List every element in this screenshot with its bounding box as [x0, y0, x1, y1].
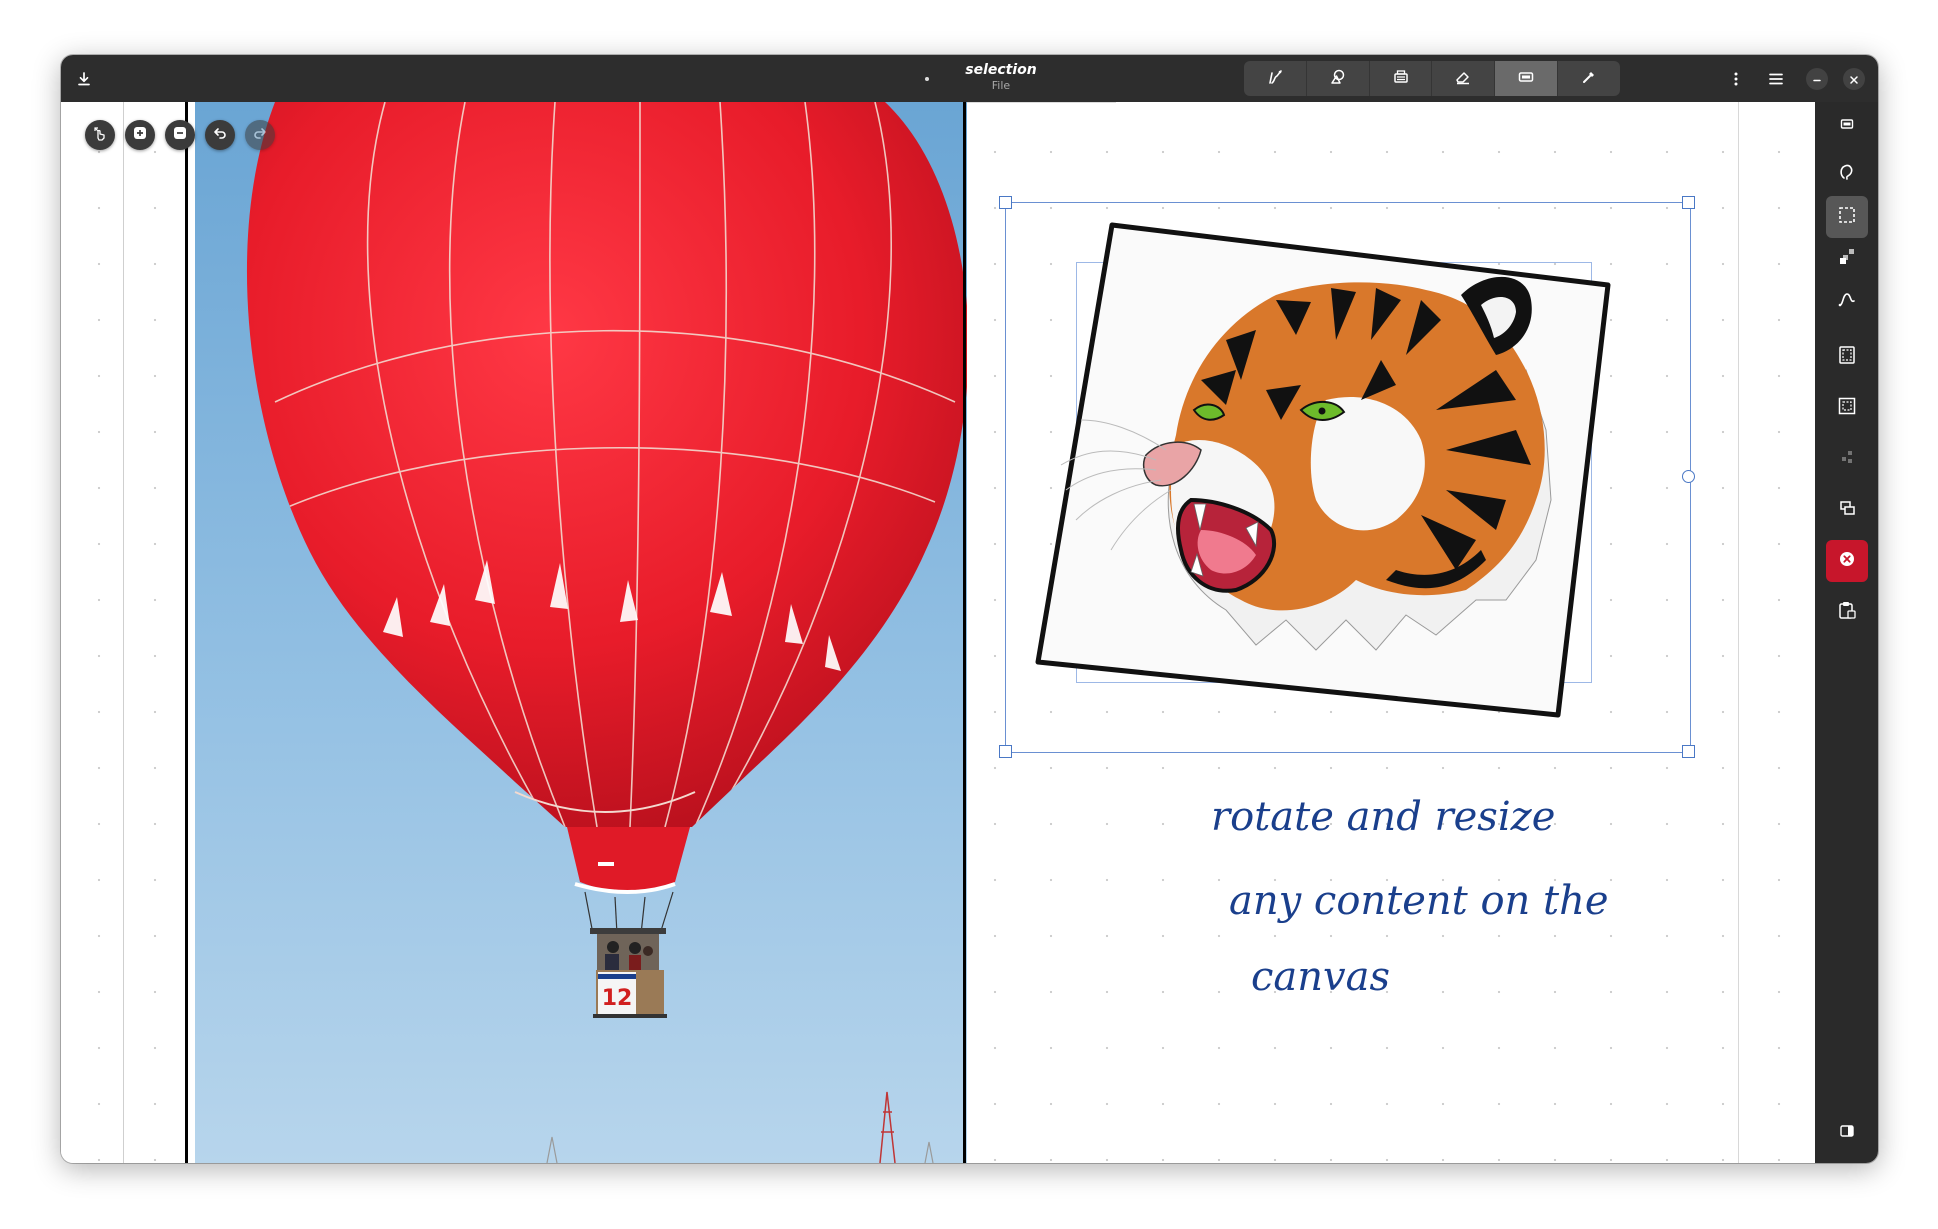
drawing-canvas[interactable]: 12 rotate and resize any content on the … [61, 102, 1815, 1163]
close-icon [1849, 70, 1859, 89]
typewriter-icon [1392, 68, 1410, 90]
close-button[interactable] [1843, 68, 1865, 90]
page-divider-left [185, 102, 188, 1163]
window-subtitle: File [991, 79, 1011, 92]
resize-handle-top-right[interactable] [1682, 196, 1695, 209]
zoom-in-button[interactable] [125, 120, 155, 150]
tiger-image[interactable] [1026, 200, 1666, 740]
pen-shaper-button[interactable] [1307, 61, 1370, 96]
pen-typewriter-button[interactable] [1370, 61, 1433, 96]
intersecting-path-select-button[interactable] [1826, 280, 1868, 322]
undo-button[interactable] [205, 120, 235, 150]
zoom-out-icon [172, 125, 188, 145]
sidebar-toggle-button[interactable] [1826, 1112, 1868, 1154]
handwritten-note[interactable]: rotate and resize any content on the can… [1211, 752, 1681, 1002]
resize-handle-top-left[interactable] [999, 196, 1012, 209]
hamburger-menu-icon[interactable] [1761, 55, 1791, 102]
select-all-button[interactable] [1826, 387, 1868, 429]
pen-tools-button[interactable] [1558, 61, 1620, 96]
pen-eraser-button[interactable] [1432, 61, 1496, 96]
handwriting-line-3: canvas [1251, 954, 1390, 1000]
page-border-left [123, 102, 124, 1163]
rotate-handle[interactable] [1682, 470, 1695, 483]
zoom-out-button[interactable] [165, 120, 195, 150]
zoom-in-icon [132, 125, 148, 145]
lasso-select-icon [1837, 163, 1857, 187]
single-select-button[interactable] [1826, 238, 1868, 280]
balloon-photo[interactable]: 12 [135, 102, 969, 1163]
rectangle-select-button[interactable] [1826, 196, 1868, 238]
single-select-icon [1837, 247, 1857, 271]
tool-sidebar [1815, 102, 1878, 1163]
tools-icon [1580, 68, 1598, 90]
pen-style-switcher [1244, 61, 1620, 96]
pen-selector-button[interactable] [1495, 61, 1559, 96]
select-all-on-page-button[interactable] [1826, 336, 1868, 378]
more-vertical-icon[interactable] [1724, 55, 1748, 102]
selector-icon [1517, 68, 1535, 90]
shaper-icon [1329, 68, 1347, 90]
content-area: 12 rotate and resize any content on the … [61, 102, 1878, 1163]
header-bar: selection File [61, 55, 1878, 102]
delete-selection-button[interactable] [1826, 540, 1868, 582]
intersecting-path-select-icon [1837, 289, 1857, 313]
select-all-icon [1837, 396, 1857, 420]
paste-button[interactable] [1826, 591, 1868, 633]
balloon-number: 12 [602, 986, 633, 1011]
touch-drawing-button[interactable] [85, 120, 115, 150]
deselect-icon [1837, 447, 1857, 471]
handwriting-line-2: any content on the [1229, 878, 1609, 924]
page-border-right [1738, 102, 1739, 1163]
duplicate-icon [1837, 498, 1857, 522]
delete-selection-icon [1838, 550, 1856, 572]
duplicate-button[interactable] [1826, 489, 1868, 531]
select-all-on-page-icon [1837, 345, 1857, 369]
minimize-icon [1812, 70, 1822, 89]
app-window: selection File 12 rotate and resize any … [61, 55, 1878, 1163]
selector-mode-icon [1839, 116, 1855, 136]
pen-brush-button[interactable] [1244, 61, 1307, 96]
redo-button[interactable] [245, 120, 275, 150]
deselect-button[interactable] [1826, 438, 1868, 480]
selector-mode-button[interactable] [1826, 105, 1868, 147]
minimize-button[interactable] [1806, 68, 1828, 90]
download-icon[interactable] [69, 55, 99, 102]
paste-icon [1837, 600, 1857, 624]
window-title: selection [965, 62, 1037, 78]
redo-icon [252, 125, 268, 145]
undo-icon [212, 125, 228, 145]
eraser-icon [1454, 68, 1472, 90]
window-title-area: selection File [861, 61, 1141, 93]
hand-touch-icon [92, 125, 108, 145]
brush-icon [1266, 68, 1284, 90]
rectangle-select-icon [1837, 205, 1857, 229]
resize-handle-bottom-right[interactable] [1682, 745, 1695, 758]
handwriting-line-1: rotate and resize [1211, 794, 1555, 840]
lasso-select-button[interactable] [1826, 154, 1868, 196]
sidebar-toggle-icon [1839, 1123, 1855, 1143]
resize-handle-bottom-left[interactable] [999, 745, 1012, 758]
page-divider-center [963, 102, 966, 1163]
